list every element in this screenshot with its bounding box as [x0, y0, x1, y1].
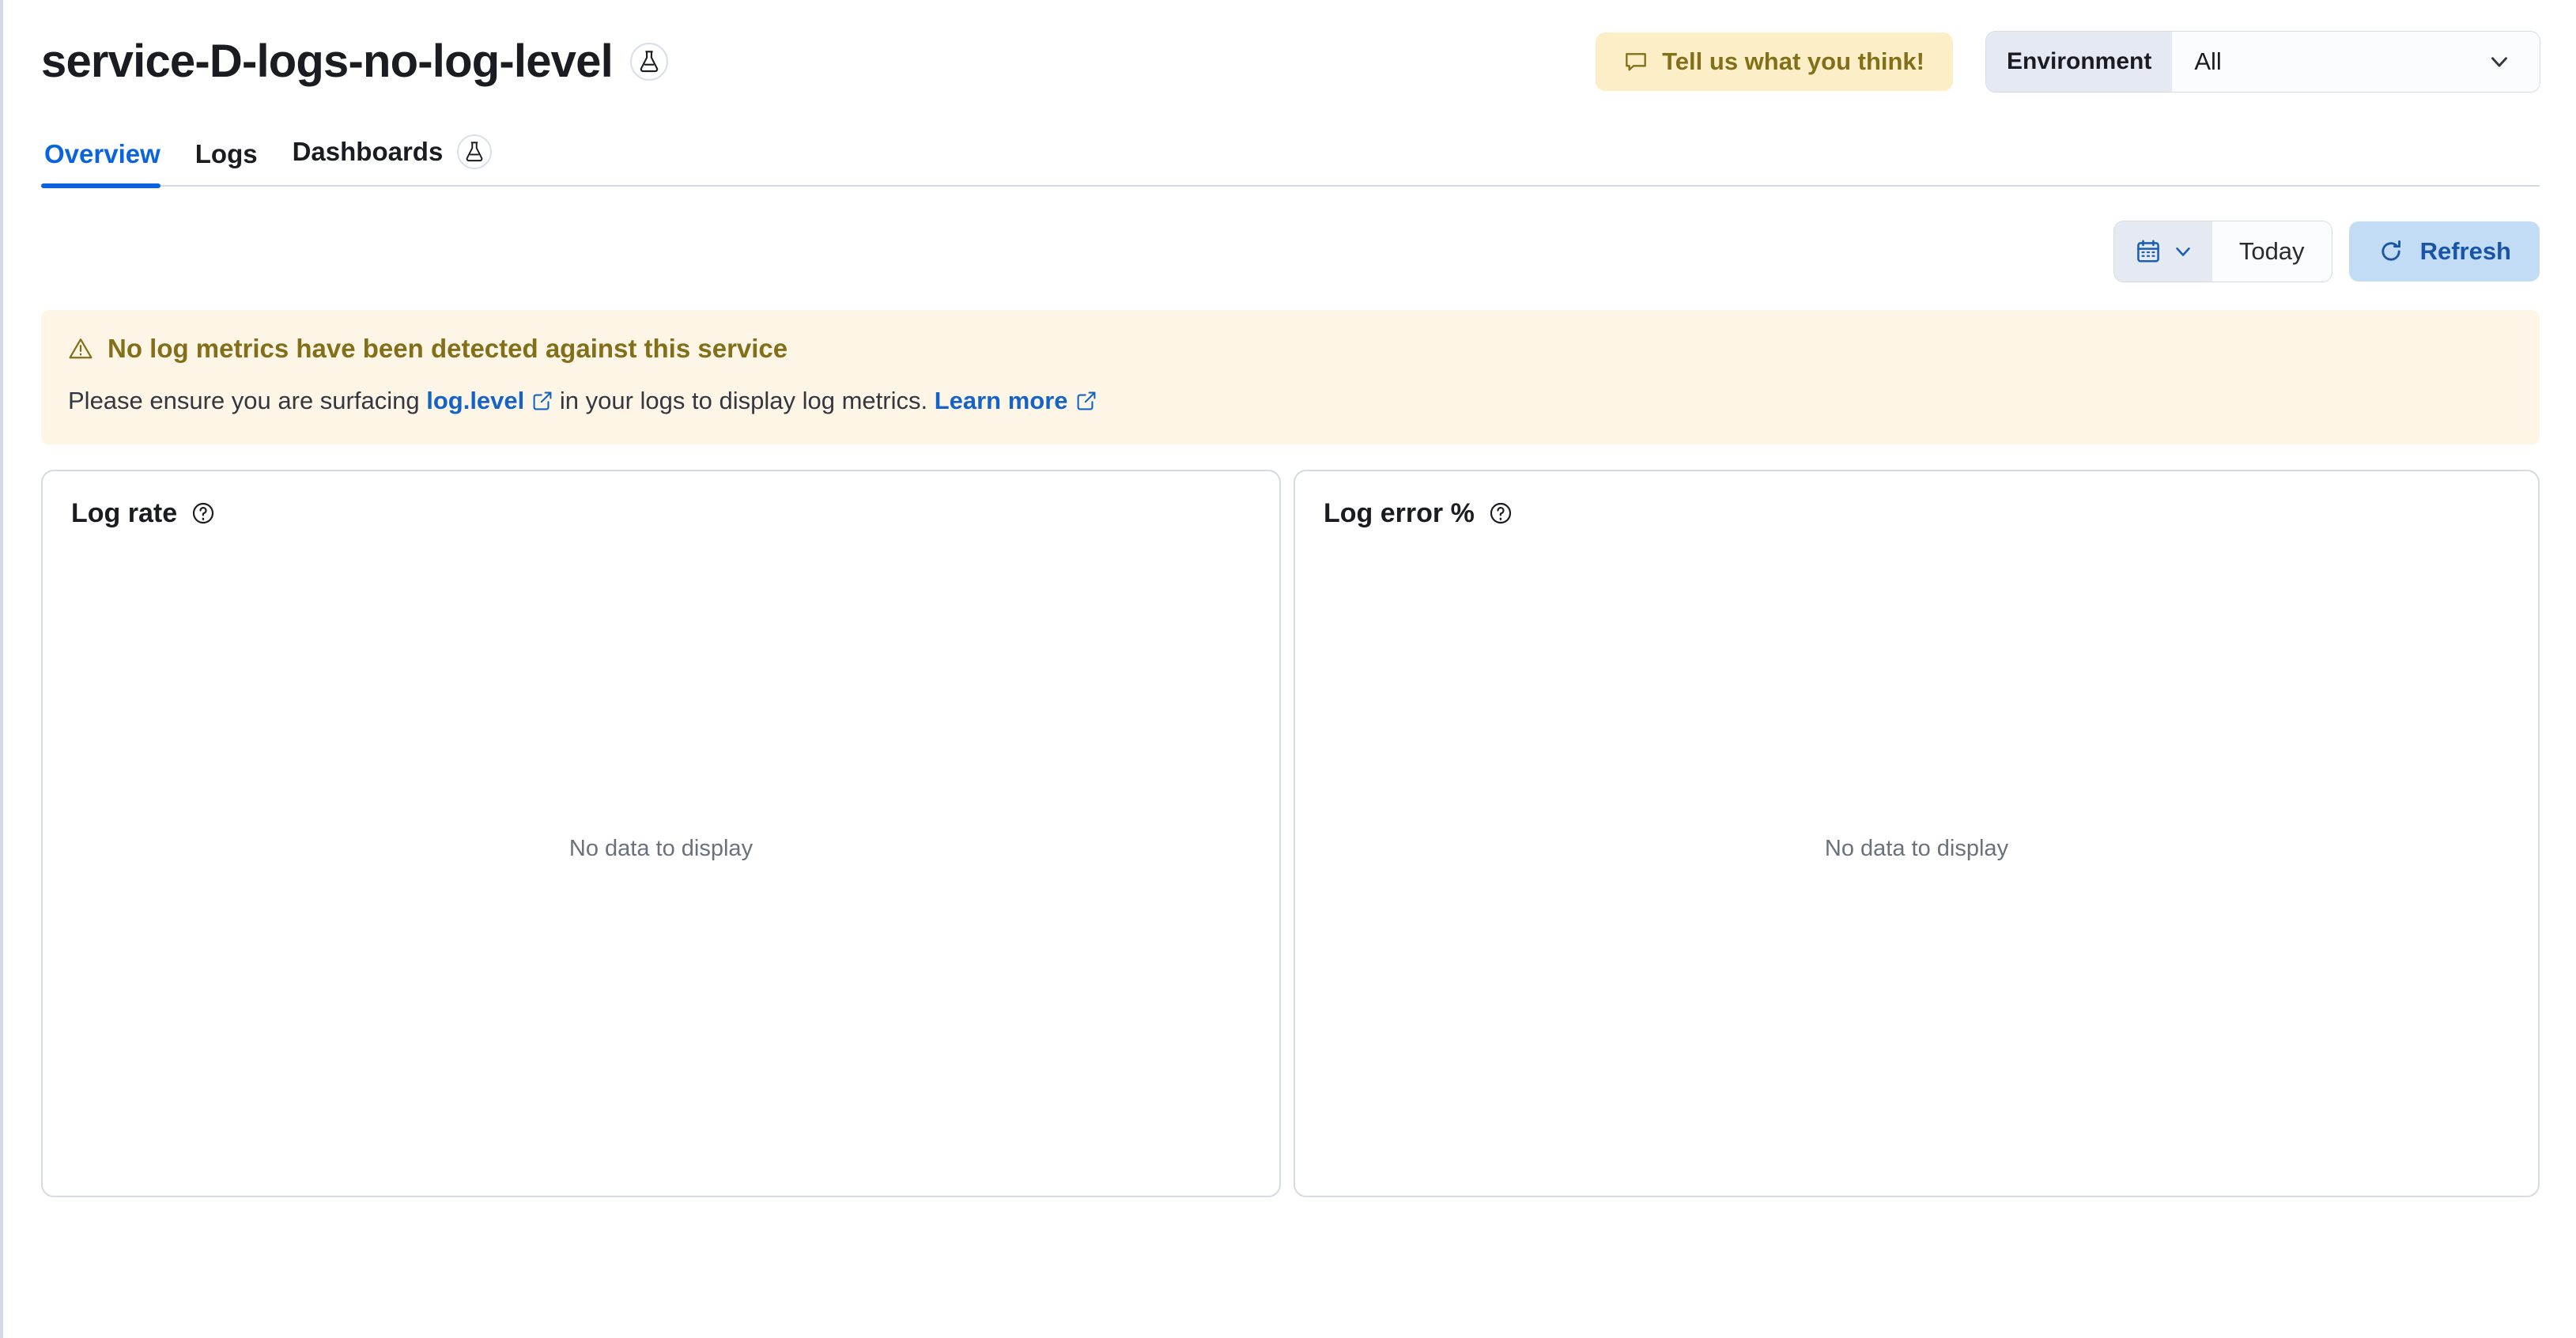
learn-more-link[interactable]: Learn more [935, 384, 1097, 418]
log-error-panel: Log error % No data to display [1294, 469, 2540, 1197]
tab-overview-label: Overview [44, 139, 161, 168]
chevron-down-icon [2486, 48, 2513, 75]
callout-title-row: No log metrics have been detected agains… [68, 334, 2513, 364]
date-range-value[interactable]: Today [2212, 221, 2332, 282]
external-link-icon [1076, 391, 1097, 411]
chevron-down-icon [2171, 240, 2195, 263]
log-level-link-label: log.level [426, 387, 525, 414]
beaker-icon [457, 134, 493, 169]
date-quick-select-button[interactable] [2113, 221, 2212, 282]
charts-row: Log rate No data to display Log error % [3, 444, 2576, 1197]
tab-dashboards-label: Dashboards [292, 137, 444, 166]
feedback-button[interactable]: Tell us what you think! [1596, 32, 1953, 91]
page-header: service-D-logs-no-log-level Tell us what… [3, 0, 2576, 104]
log-rate-panel-title: Log rate [71, 497, 178, 528]
log-rate-empty-message: No data to display [568, 835, 754, 861]
tab-logs[interactable]: Logs [178, 139, 275, 187]
callout-title: No log metrics have been detected agains… [108, 334, 788, 363]
log-error-panel-title: Log error % [1324, 497, 1475, 528]
external-link-icon [532, 391, 553, 411]
page-title: service-D-logs-no-log-level [41, 36, 614, 88]
refresh-button-label: Refresh [2419, 237, 2511, 265]
feedback-button-label: Tell us what you think! [1662, 47, 1924, 75]
learn-more-link-label: Learn more [934, 387, 1068, 414]
refresh-button[interactable]: Refresh [2348, 221, 2540, 282]
calendar-icon [2135, 238, 2162, 265]
environment-select-control[interactable]: All [2172, 32, 2540, 92]
callout-body: Please ensure you are surfacing log.leve… [68, 384, 2513, 418]
comment-icon [1624, 50, 1648, 74]
warning-triangle-icon [68, 336, 93, 361]
header-actions: Tell us what you think! Environment All [1596, 32, 2540, 92]
no-log-metrics-callout: No log metrics have been detected agains… [41, 310, 2540, 444]
tab-bar: Overview Logs Dashboards [3, 120, 2576, 188]
environment-value: All [2194, 47, 2222, 75]
tab-dashboards[interactable]: Dashboards [275, 134, 510, 187]
date-toolbar: Today Refresh [3, 187, 2576, 282]
log-error-panel-body: No data to display [1324, 529, 2510, 1169]
date-picker[interactable]: Today [2113, 221, 2332, 282]
tab-logs-label: Logs [195, 139, 258, 168]
log-level-link[interactable]: log.level [426, 384, 553, 418]
log-error-panel-header: Log error % [1324, 498, 2510, 529]
log-rate-panel: Log rate No data to display [41, 469, 1281, 1197]
callout-text-before: Please ensure you are surfacing [68, 387, 427, 414]
question-circle-icon[interactable] [191, 501, 215, 525]
log-error-empty-message: No data to display [1824, 835, 2009, 861]
log-rate-panel-header: Log rate [71, 498, 1251, 529]
callout-text-middle: in your logs to display log metrics. [553, 387, 935, 414]
beaker-icon [629, 42, 668, 81]
question-circle-icon[interactable] [1489, 501, 1513, 525]
tabs: Overview Logs Dashboards [41, 134, 510, 188]
tab-overview[interactable]: Overview [41, 139, 178, 188]
page-title-group: service-D-logs-no-log-level [41, 36, 668, 87]
environment-label: Environment [1986, 32, 2173, 92]
environment-select[interactable]: Environment All [1986, 32, 2540, 92]
refresh-icon [2378, 238, 2404, 265]
log-rate-panel-body: No data to display [71, 529, 1251, 1169]
